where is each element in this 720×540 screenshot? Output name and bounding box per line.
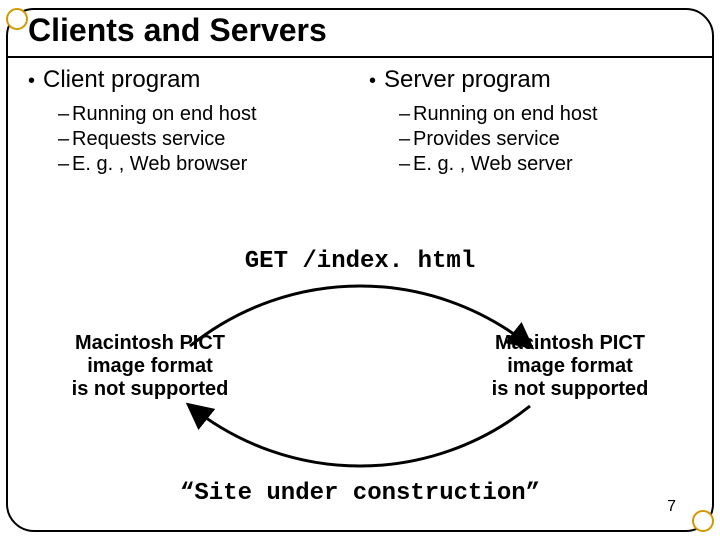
- corner-accent-bottom-right: [692, 510, 714, 532]
- right-heading-row: • Server program: [369, 66, 692, 100]
- left-subitem-text: Running on end host: [72, 103, 257, 125]
- left-subitem: –E. g. , Web browser: [58, 152, 351, 177]
- pict-line: Macintosh PICT: [50, 332, 250, 355]
- left-subitem: –Running on end host: [58, 102, 351, 127]
- title-rule: [8, 56, 712, 58]
- pict-line: is not supported: [470, 378, 670, 401]
- content-columns: • Client program –Running on end host –R…: [28, 66, 692, 177]
- left-column: • Client program –Running on end host –R…: [28, 66, 351, 177]
- right-subitem: –Provides service: [399, 127, 692, 152]
- pict-line: is not supported: [50, 378, 250, 401]
- pict-line: image format: [50, 355, 250, 378]
- right-subitem-text: E. g. , Web server: [413, 153, 573, 175]
- left-subitem-text: E. g. , Web browser: [72, 153, 247, 175]
- request-text: GET /index. html: [0, 248, 720, 275]
- left-heading-row: • Client program: [28, 66, 351, 100]
- page-number: 7: [667, 498, 676, 516]
- left-subitems: –Running on end host –Requests service –…: [58, 102, 351, 177]
- left-heading: Client program: [43, 66, 200, 94]
- diagram-area: Macintosh PICT image format is not suppo…: [60, 276, 660, 476]
- slide: Clients and Servers • Client program –Ru…: [0, 0, 720, 540]
- pict-placeholder-left: Macintosh PICT image format is not suppo…: [50, 332, 250, 401]
- right-subitem-text: Provides service: [413, 128, 560, 150]
- bullet-dot-icon: •: [369, 71, 376, 91]
- corner-accent-top-left: [6, 8, 28, 30]
- pict-line: image format: [470, 355, 670, 378]
- left-subitem: –Requests service: [58, 127, 351, 152]
- left-subitem-text: Requests service: [72, 128, 225, 150]
- pict-placeholder-right: Macintosh PICT image format is not suppo…: [470, 332, 670, 401]
- right-column: • Server program –Running on end host –P…: [369, 66, 692, 177]
- pict-line: Macintosh PICT: [470, 332, 670, 355]
- arrow-bottom: [190, 406, 530, 466]
- response-text: “Site under construction”: [0, 480, 720, 507]
- right-subitem: –Running on end host: [399, 102, 692, 127]
- right-subitem-text: Running on end host: [413, 103, 598, 125]
- right-heading: Server program: [384, 66, 551, 94]
- slide-title: Clients and Servers: [28, 12, 327, 49]
- right-subitem: –E. g. , Web server: [399, 152, 692, 177]
- bullet-dot-icon: •: [28, 71, 35, 91]
- right-subitems: –Running on end host –Provides service –…: [399, 102, 692, 177]
